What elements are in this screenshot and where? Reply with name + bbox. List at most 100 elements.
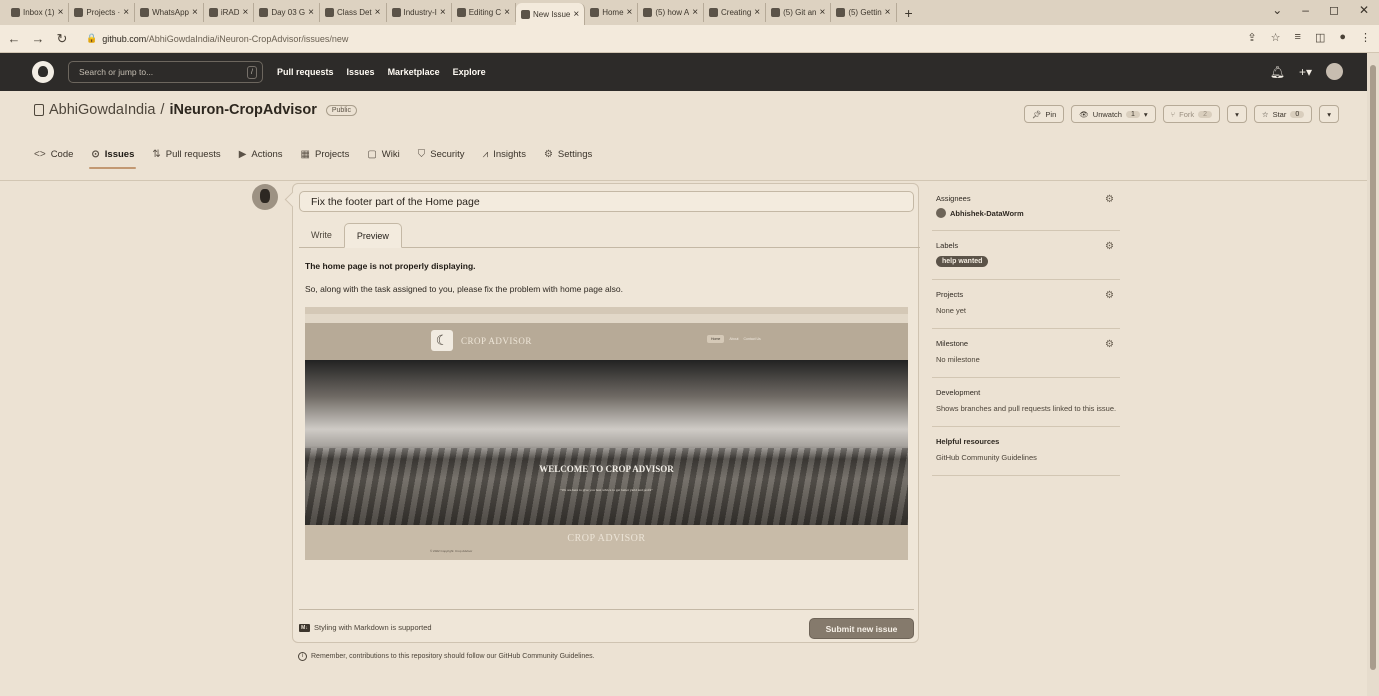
table-icon: ▦ xyxy=(300,148,310,160)
browser-tab-active[interactable]: New Issue × xyxy=(516,3,586,25)
github-logo-icon[interactable] xyxy=(32,61,54,83)
browser-tab[interactable]: Day 03 G × xyxy=(254,3,320,22)
assignee-item[interactable]: Abhishek-DataWorm xyxy=(936,208,1120,218)
tab-pull-requests[interactable]: ⇅ Pull requests xyxy=(152,140,220,168)
close-icon[interactable]: × xyxy=(627,7,633,18)
url-field[interactable]: 🔒 github.com/AbhiGowdaIndia/iNeuron-Crop… xyxy=(86,33,348,44)
chevron-down-icon[interactable]: ⌄ xyxy=(1272,3,1282,17)
browser-tab[interactable]: Editing C × xyxy=(452,3,516,22)
browser-tab[interactable]: (5) Git an × xyxy=(766,3,832,22)
browser-tab[interactable]: (5) Gettin × xyxy=(831,3,897,22)
star-dropdown-button[interactable]: ▾ xyxy=(1319,105,1339,123)
avatar[interactable] xyxy=(1326,63,1343,80)
close-icon[interactable]: × xyxy=(242,7,248,18)
tab-wiki[interactable]: ▢ Wiki xyxy=(367,140,399,168)
star-button[interactable]: ☆ Star 0 xyxy=(1253,105,1313,123)
embedded-brand: CROP ADVISOR xyxy=(461,336,532,346)
tab-preview[interactable]: Preview xyxy=(343,223,402,248)
reload-icon[interactable]: ↻ xyxy=(52,31,72,47)
scrollbar-thumb[interactable] xyxy=(1370,65,1376,670)
bell-icon[interactable]: 🔔︎ xyxy=(1270,65,1285,79)
tab-projects[interactable]: ▦ Projects xyxy=(301,140,350,168)
nav-issues[interactable]: Issues xyxy=(347,67,375,77)
tab-code[interactable]: <> Code xyxy=(34,140,73,168)
nav-pull-requests[interactable]: Pull requests xyxy=(277,67,334,77)
browser-tab[interactable]: (5) how A × xyxy=(638,3,705,22)
create-new-icon[interactable]: +▾ xyxy=(1299,65,1312,79)
browser-tab[interactable]: Home × xyxy=(585,3,639,22)
browser-tab[interactable]: Industry-I × xyxy=(387,3,452,22)
close-icon[interactable]: × xyxy=(692,7,698,18)
fork-dropdown-button[interactable]: ▾ xyxy=(1227,105,1247,123)
author-avatar[interactable] xyxy=(252,184,278,210)
close-icon[interactable]: × xyxy=(573,9,579,20)
markdown-note[interactable]: M↓ Styling with Markdown is supported xyxy=(299,623,432,632)
minimize-icon[interactable]: – xyxy=(1302,3,1309,17)
tab-write[interactable]: Write xyxy=(299,223,344,247)
gear-icon[interactable]: ⚙ xyxy=(1105,290,1114,301)
close-icon[interactable]: × xyxy=(375,7,381,18)
browser-tab-label: Creating xyxy=(721,8,752,17)
nav-explore[interactable]: Explore xyxy=(453,67,486,77)
browser-tab[interactable]: WhatsApp × xyxy=(135,3,204,22)
back-icon[interactable]: ← xyxy=(4,31,24,46)
close-icon[interactable]: × xyxy=(504,7,510,18)
assignees-title[interactable]: Assignees xyxy=(936,194,1120,203)
projects-title[interactable]: Projects xyxy=(936,290,1120,299)
tab-settings[interactable]: ⚙ Settings xyxy=(544,140,592,168)
repo-tabs: <> Code ⊙ Issues ⇅ Pull requests ▶ Actions ▦… xyxy=(34,140,592,169)
browser-tab[interactable]: iRAD × xyxy=(204,3,255,22)
drive-icon xyxy=(74,8,84,17)
community-guidelines-link[interactable]: GitHub Community Guidelines xyxy=(936,452,1120,463)
close-icon[interactable]: × xyxy=(308,7,314,18)
new-tab-button[interactable]: + xyxy=(897,5,921,21)
page-scrollbar[interactable] xyxy=(1367,53,1379,696)
fork-count: 2 xyxy=(1198,110,1213,118)
tab-issues[interactable]: ⊙ Issues xyxy=(89,140,137,169)
close-icon[interactable]: × xyxy=(123,7,129,18)
tab-security[interactable]: ⛉ Security xyxy=(418,140,465,168)
forward-icon[interactable]: → xyxy=(28,31,48,46)
embedded-menu-about: About xyxy=(729,337,739,341)
github-icon xyxy=(456,8,466,17)
tab-actions[interactable]: ▶ Actions xyxy=(239,140,283,168)
close-icon[interactable]: × xyxy=(754,7,760,18)
bookmark-star-icon[interactable]: ☆ xyxy=(1271,31,1281,44)
submit-new-issue-button[interactable]: Submit new issue xyxy=(809,618,914,639)
labels-title[interactable]: Labels xyxy=(936,241,1120,250)
profile-icon[interactable]: ● xyxy=(1339,31,1346,44)
window-controls: ⌄ – ◻ ✕ xyxy=(1272,3,1369,17)
issue-title-input[interactable]: Fix the footer part of the Home page xyxy=(299,191,914,212)
pin-button[interactable]: 📌︎ Pin xyxy=(1023,105,1065,123)
address-bar: ← → ↻ 🔒 github.com/AbhiGowdaIndia/iNeuro… xyxy=(0,25,1379,53)
browser-tab[interactable]: Inbox (1) × xyxy=(6,3,70,22)
label-badge[interactable]: help wanted xyxy=(936,256,989,267)
close-icon[interactable]: × xyxy=(819,7,825,18)
gear-icon[interactable]: ⚙ xyxy=(1105,339,1114,350)
repo-owner-link[interactable]: AbhiGowdaIndia xyxy=(49,102,155,118)
browser-tab[interactable]: Projects · × xyxy=(69,3,136,22)
search-input[interactable]: Search or jump to... / xyxy=(68,61,263,83)
milestone-title[interactable]: Milestone xyxy=(936,339,1120,348)
browser-tab[interactable]: Creating × xyxy=(704,3,767,22)
share-icon[interactable]: ⇪ xyxy=(1247,31,1256,44)
close-icon[interactable]: × xyxy=(58,7,64,18)
close-icon[interactable]: × xyxy=(192,7,198,18)
close-icon[interactable]: × xyxy=(440,7,446,18)
repo-name-link[interactable]: iNeuron-CropAdvisor xyxy=(169,102,316,118)
tab-insights[interactable]: ⩘ Insights xyxy=(483,140,526,168)
close-window-icon[interactable]: ✕ xyxy=(1359,3,1369,17)
gear-icon[interactable]: ⚙ xyxy=(1105,241,1114,252)
nav-marketplace[interactable]: Marketplace xyxy=(388,67,440,77)
gear-icon[interactable]: ⚙ xyxy=(1105,194,1114,205)
reading-list-icon[interactable]: ≡ xyxy=(1295,31,1301,44)
github-icon xyxy=(521,9,530,19)
restore-icon[interactable]: ◻ xyxy=(1329,3,1339,17)
side-panel-icon[interactable]: ◫ xyxy=(1315,31,1325,44)
more-icon[interactable]: ⋮ xyxy=(1360,31,1371,44)
fork-button[interactable]: ⑂ Fork 2 xyxy=(1162,105,1221,123)
browser-tab[interactable]: Class Det × xyxy=(320,3,387,22)
unwatch-button[interactable]: 👁︎ Unwatch 1 ▾ xyxy=(1071,105,1156,123)
development-value: Shows branches and pull requests linked … xyxy=(936,404,1117,413)
close-icon[interactable]: × xyxy=(885,7,891,18)
